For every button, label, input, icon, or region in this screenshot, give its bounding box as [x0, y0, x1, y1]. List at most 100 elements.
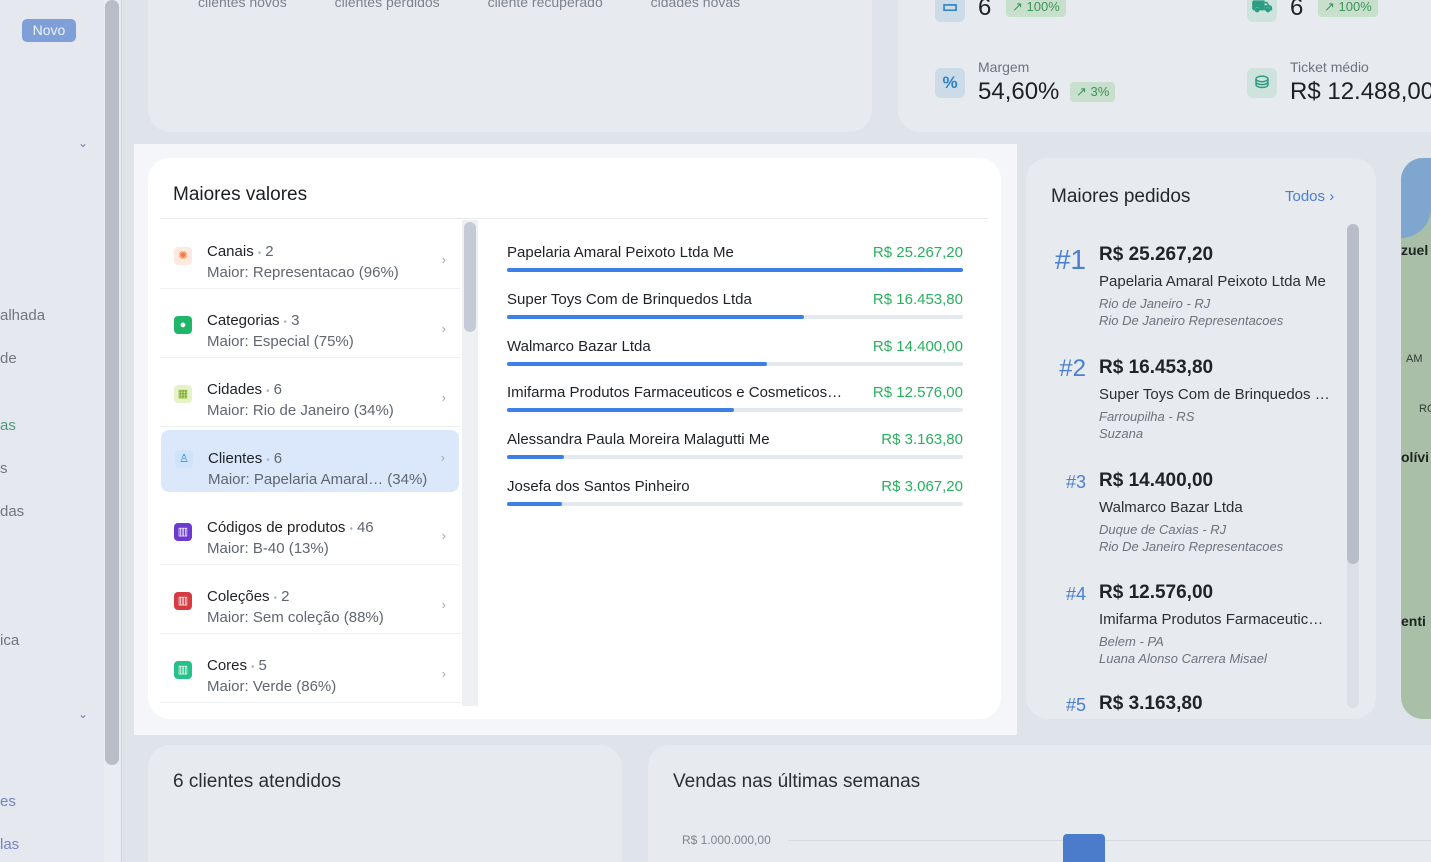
value-row[interactable]: Walmarco Bazar Ltda R$ 14.400,00 — [507, 338, 963, 378]
progress-fill — [507, 361, 767, 366]
basket-icon: ⛁ — [1247, 68, 1277, 98]
dimension-top: Maior: Verde (86%) — [207, 678, 336, 695]
client-value: R$ 3.163,80 — [881, 431, 963, 449]
chevron-down-icon[interactable]: ⌄ — [78, 136, 92, 150]
separator-dot: • — [257, 248, 262, 259]
kpi-label: cidades novas — [650, 0, 741, 10]
top-value: Rio de Janeiro — [252, 402, 350, 419]
dimension-item[interactable]: ✺ Canais • 2 Maior: Representacao (96%) › — [160, 220, 460, 289]
sidebar-item-label[interactable]: de — [0, 350, 17, 367]
clientes-atendidos-card: 6 clientes atendidos — [148, 745, 622, 862]
dimension-top: Maior: Sem coleção (88%) — [207, 609, 384, 626]
top-percent: (34%) — [353, 402, 394, 419]
percent-icon: % — [935, 68, 965, 98]
sidebar-item-label[interactable]: alhada — [0, 307, 45, 324]
dimension-label: Cidades — [207, 381, 263, 398]
order-amount: R$ 3.163,80 — [1099, 693, 1203, 714]
dimension-top: Maior: Especial (75%) — [207, 333, 354, 350]
kpi-card: ▭ 6 ↗ 100% ⛟ 6 ↗ 100% % Margem 54,60% ↗ … — [898, 0, 1431, 132]
kpi-label: clientes novos — [198, 0, 287, 10]
value-row[interactable]: Imifarma Produtos Farmaceuticos e Cosmet… — [507, 384, 963, 424]
dimension-item[interactable]: ♙ Clientes • 6 Maior: Papelaria Amaral… (34%… — [161, 430, 459, 492]
dimension-name: Categorias • 3 — [207, 312, 299, 329]
dimension-label: Categorias — [207, 312, 280, 329]
chevron-right-icon: › — [441, 321, 446, 336]
sidebar-item-label[interactable]: s — [0, 460, 8, 477]
sidebar-item-label[interactable]: das — [0, 503, 24, 520]
dimension-top: Maior: Representacao (96%) — [207, 264, 399, 281]
dimension-item[interactable]: ▦ Cidades • 6 Maior: Rio de Janeiro (34%) › — [160, 358, 460, 427]
chevron-down-icon[interactable]: ⌄ — [78, 707, 92, 721]
value-row[interactable]: Alessandra Paula Moreira Malagutti Me R$ … — [507, 431, 963, 471]
map-label: AM — [1406, 353, 1423, 365]
map-label: enti — [1401, 613, 1426, 629]
client-name: Alessandra Paula Moreira Malagutti Me — [507, 431, 770, 449]
chevron-right-icon: › — [440, 450, 445, 465]
sidebar-item-label[interactable]: ica — [0, 632, 19, 649]
y-tick-label: R$ 1.000.000,00 — [682, 833, 771, 847]
kpi-value: 6 — [1290, 0, 1304, 21]
progress-track — [507, 408, 963, 413]
top-percent: (88%) — [343, 609, 384, 626]
dimension-label: Coleções — [207, 588, 270, 605]
top-label: Maior: — [207, 333, 249, 350]
dimension-icon: ✺ — [174, 247, 192, 265]
value-row[interactable]: Josefa dos Santos Pinheiro R$ 3.067,20 — [507, 478, 963, 518]
sidebar-item-label[interactable]: as — [0, 417, 16, 434]
orders-scrollbar-thumb[interactable] — [1347, 224, 1359, 564]
dimension-list: ✺ Canais • 2 Maior: Representacao (96%) › ● Cat… — [160, 220, 460, 706]
dimension-item[interactable]: ▥ Coleções • 2 Maior: Sem coleção (88%) › — [160, 565, 460, 634]
dimension-name: Códigos de produtos • 46 — [207, 519, 374, 536]
sidebar-item-label[interactable]: es — [0, 793, 16, 810]
order-rank: #1 — [1054, 244, 1086, 275]
separator-dot: • — [251, 662, 255, 673]
client-value: R$ 12.576,00 — [872, 384, 963, 402]
dimension-item[interactable]: ▥ Cores • 5 Maior: Verde (86%) › — [160, 634, 460, 703]
value-row[interactable]: Super Toys Com de Brinquedos Ltda R$ 16.4… — [507, 291, 963, 331]
view-all-link[interactable]: Todos › — [1285, 188, 1334, 205]
top-label: Maior: — [207, 678, 249, 695]
top-value: B-40 — [252, 540, 285, 557]
view-all-label: Todos — [1285, 188, 1326, 205]
top-label: Maior: — [207, 540, 249, 557]
progress-fill — [507, 268, 963, 272]
top-value: Especial — [252, 333, 310, 350]
map-label: zuel — [1401, 242, 1429, 258]
top-value: Representacao — [252, 264, 355, 281]
dimension-name: Clientes • 6 — [208, 450, 282, 467]
client-name: Papelaria Amaral Peixoto Ltda Me — [507, 244, 734, 261]
sidebar-scrollbar-thumb[interactable] — [105, 0, 119, 765]
value-row[interactable]: Papelaria Amaral Peixoto Ltda Me R$ 25.26… — [507, 244, 963, 284]
dimension-count: 5 — [258, 657, 267, 674]
dimension-top: Maior: Rio de Janeiro (34%) — [207, 402, 394, 419]
separator-dot: • — [273, 593, 278, 604]
sales-bar[interactable] — [1063, 834, 1105, 862]
order-amount: R$ 12.576,00 — [1099, 582, 1214, 603]
order-amount: R$ 16.453,80 — [1099, 357, 1214, 378]
dimension-list-scrollbar-thumb[interactable] — [464, 222, 476, 332]
dimension-top: Maior: Papelaria Amaral… (34%) — [208, 471, 427, 488]
top-percent: (86%) — [296, 678, 337, 695]
new-badge[interactable]: Novo — [22, 19, 76, 42]
margin-delta-badge: ↗ 3% — [1070, 82, 1116, 102]
order-client: Walmarco Bazar Ltda — [1099, 499, 1243, 516]
dimension-item[interactable]: ● Categorias • 3 Maior: Especial (75%) › — [160, 289, 460, 358]
kpi-label: clientes perdidos — [334, 0, 440, 10]
map-card[interactable]: zuel AM RO olívi enti — [1401, 158, 1431, 719]
order-representative: Suzana — [1099, 426, 1144, 441]
separator-dot: • — [283, 317, 288, 328]
top-label: Maior: — [207, 264, 249, 281]
dimension-item[interactable]: ▥ Códigos de produtos • 46 Maior: B-40 (13%)… — [160, 496, 460, 565]
progress-fill — [507, 502, 563, 506]
maiores-valores-card: Maiores valores ✺ Canais • 2 Maior: Represen… — [148, 158, 1001, 719]
maiores-pedidos-card: Maiores pedidos Todos › #1 R$ 25.267,20 Pa… — [1026, 158, 1376, 719]
dimension-name: Cidades • 6 — [207, 381, 282, 398]
dimension-name: Cores • 5 — [207, 657, 267, 674]
progress-track — [507, 268, 963, 272]
order-location: Duque de Caxias - RJ — [1099, 522, 1227, 537]
order-representative: Rio De Janeiro Representacoes — [1099, 539, 1284, 554]
top-percent: (96%) — [358, 264, 399, 281]
sidebar-item-label[interactable]: las — [0, 836, 19, 853]
kpi-labels-row: clientes novos clientes perdidos cliente… — [198, 0, 784, 10]
top-value: Papelaria Amaral… — [253, 471, 384, 488]
